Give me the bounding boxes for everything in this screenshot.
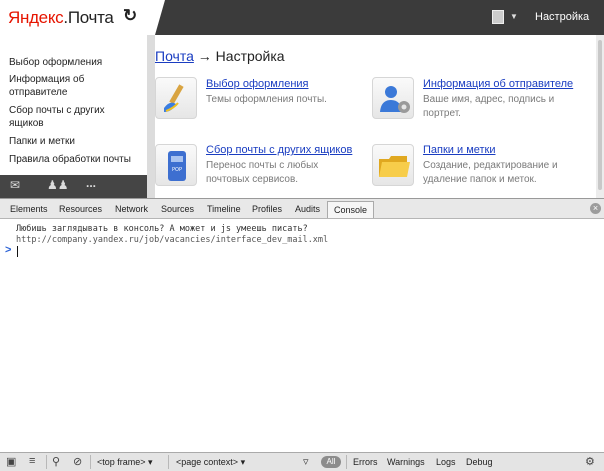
console-input[interactable] [17, 246, 18, 257]
refresh-icon[interactable]: ↻ [123, 6, 137, 26]
top-bar: Яндекс.Почта ↻ ▼ Настройка [0, 0, 604, 35]
card-title-theme[interactable]: Выбор оформления [206, 78, 309, 90]
select-arrow-icon: ▾ [240, 457, 246, 467]
console-message-link[interactable]: http://company.yandex.ru/job/vacancies/i… [16, 235, 328, 245]
breadcrumb-link-mail[interactable]: Почта [155, 48, 194, 64]
breadcrumb: Почта → Настройка [155, 48, 285, 64]
statusbar-separator [346, 455, 347, 469]
console-prompt-icon: > [5, 244, 12, 256]
clear-console-icon[interactable]: ⊘ [73, 455, 82, 468]
page-scrollbar-thumb[interactable] [598, 40, 602, 190]
sidebar-item-sender-info[interactable]: Информация об отправителе [9, 73, 109, 99]
logo-service: Почта [67, 8, 114, 27]
mail-icon[interactable]: ✉ [10, 178, 20, 192]
brush-icon[interactable] [155, 77, 197, 119]
filter-warnings[interactable]: Warnings [387, 457, 425, 467]
filter-all[interactable]: All [321, 456, 341, 468]
devtools-statusbar: ▣ ≡ ⚲ ⊘ <top frame> ▾ <page context> ▾ ▿… [0, 452, 604, 471]
breadcrumb-current: Настройка [215, 48, 285, 64]
filter-debug[interactable]: Debug [466, 457, 493, 467]
card-title-sender-info[interactable]: Информация об отправителе [423, 78, 573, 90]
card-title-mail-collector[interactable]: Сбор почты с других ящиков [206, 144, 352, 156]
card-desc-theme: Темы оформления почты. [206, 94, 327, 105]
tab-resources[interactable]: Resources [59, 204, 102, 214]
more-icon[interactable]: ... [86, 176, 96, 190]
dock-icon[interactable]: ▣ [6, 455, 16, 468]
settings-main: Почта → Настройка Выбор оформления Темы … [155, 35, 596, 198]
card-desc-folders: Создание, редактирование и удаление папо… [423, 160, 558, 185]
avatar[interactable] [492, 10, 504, 24]
frame-select-value: <top frame> [97, 457, 146, 467]
sidebar-bottom-bar: ✉ ♟♟ ... [0, 175, 147, 198]
card-title-folders[interactable]: Папки и метки [423, 144, 496, 156]
sidebar-item-rules[interactable]: Правила обработки почты [9, 153, 139, 166]
search-icon[interactable]: ⚲ [52, 455, 60, 468]
statusbar-separator [90, 455, 91, 469]
close-icon[interactable]: × [590, 203, 601, 214]
tab-network[interactable]: Network [115, 204, 148, 214]
svg-text:POP: POP [172, 167, 182, 173]
tab-audits[interactable]: Audits [295, 204, 320, 214]
chevron-down-icon[interactable]: ▼ [510, 12, 518, 21]
sidebar-item-mail-collector[interactable]: Сбор почты с других ящиков [9, 104, 119, 130]
tab-console[interactable]: Console [327, 201, 375, 218]
console-message: Любишь заглядывать в консоль? А может и … [16, 224, 308, 234]
card-desc-mail-collector: Перенос почты с любых почтовых сервисов. [206, 160, 319, 185]
user-gear-icon[interactable] [372, 77, 414, 119]
card-desc-sender-info: Ваше имя, адрес, подпись и портрет. [423, 94, 555, 119]
drawer-toggle-icon[interactable]: ≡ [29, 455, 35, 467]
mailbox-icon[interactable]: POP [155, 144, 197, 186]
frame-select[interactable]: <top frame> ▾ [97, 457, 153, 468]
tab-profiles[interactable]: Profiles [252, 204, 282, 214]
filter-errors[interactable]: Errors [353, 457, 378, 467]
sidebar-divider [147, 35, 155, 198]
context-select[interactable]: <page context> ▾ [176, 457, 245, 468]
filter-icon[interactable]: ▿ [303, 455, 309, 468]
statusbar-separator [46, 455, 47, 469]
devtools-tabbar: Elements Resources Network Sources Timel… [0, 198, 604, 219]
settings-sidebar: Выбор оформления Информация об отправите… [0, 35, 147, 198]
top-settings-link[interactable]: Настройка [535, 11, 589, 23]
logo-tab: Яндекс.Почта ↻ [0, 0, 165, 35]
logo[interactable]: Яндекс.Почта [8, 8, 114, 28]
console-panel[interactable]: Любишь заглядывать в консоль? А может и … [0, 219, 604, 452]
logo-brand: Яндекс [8, 8, 64, 27]
tab-timeline[interactable]: Timeline [207, 204, 241, 214]
sidebar-item-folders[interactable]: Папки и метки [9, 135, 139, 148]
breadcrumb-arrow: → [197, 48, 212, 64]
tab-sources[interactable]: Sources [161, 204, 194, 214]
statusbar-separator [168, 455, 169, 469]
sidebar-item-theme[interactable]: Выбор оформления [9, 56, 139, 69]
contacts-icon[interactable]: ♟♟ [47, 178, 69, 192]
tab-elements[interactable]: Elements [10, 204, 48, 214]
filter-logs[interactable]: Logs [436, 457, 456, 467]
context-select-value: <page context> [176, 457, 239, 467]
select-arrow-icon: ▾ [148, 457, 153, 467]
folders-icon[interactable] [372, 144, 414, 186]
gear-icon[interactable]: ⚙ [585, 455, 595, 468]
